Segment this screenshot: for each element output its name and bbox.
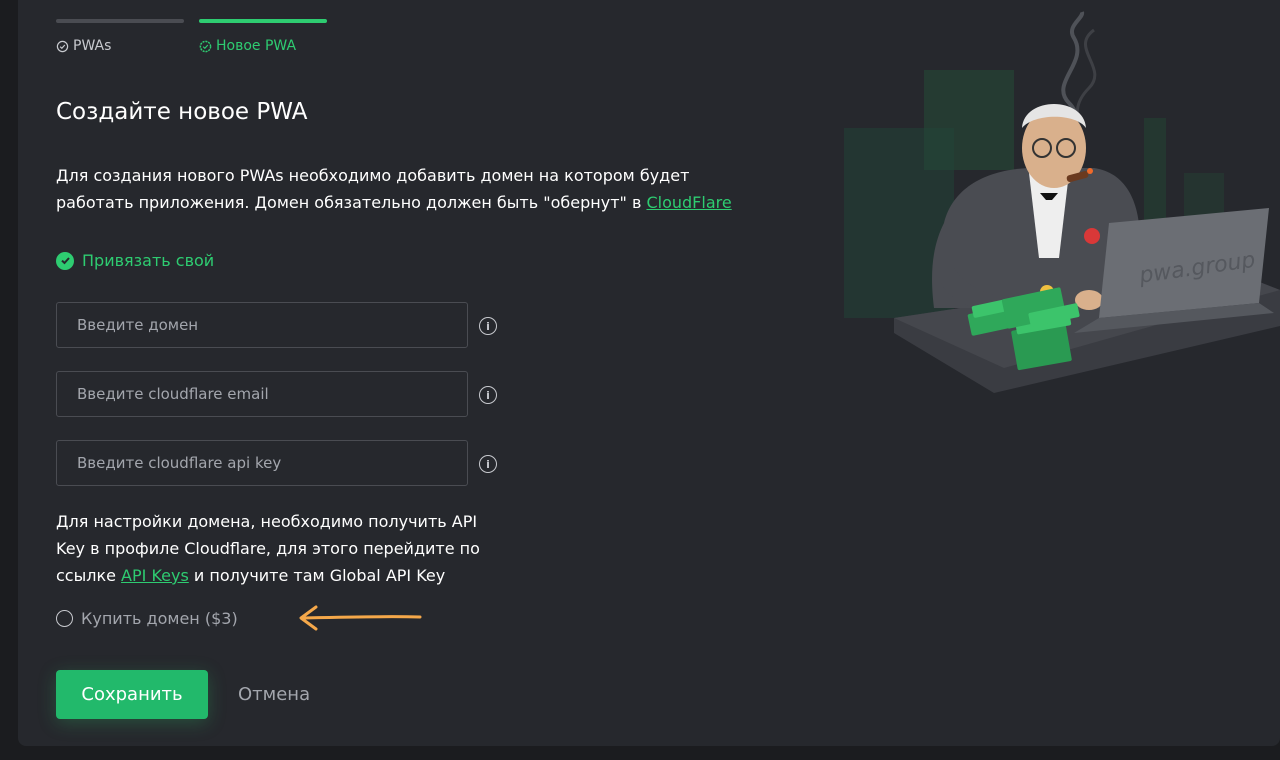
bind-own-domain-option[interactable]: Привязать свой <box>56 251 214 270</box>
create-pwa-panel: PWAs Новое PWA Создайте новое PWA Для со… <box>18 0 1280 746</box>
cancel-button[interactable]: Отмена <box>232 670 316 719</box>
tab-indicator <box>56 19 184 23</box>
mascot-illustration: pwa.group <box>844 11 1280 393</box>
tab-pwas[interactable]: PWAs <box>56 0 184 56</box>
cloudflare-api-key-input[interactable] <box>56 440 468 486</box>
tab-new-pwa[interactable]: Новое PWA <box>199 0 327 56</box>
check-circle-outline-icon <box>56 40 69 52</box>
bind-own-label: Привязать свой <box>82 251 215 270</box>
check-circle-icon <box>56 251 74 270</box>
tab-indicator-active <box>199 19 327 23</box>
tab-label: Новое PWA <box>216 38 297 54</box>
page-description: Для создания нового PWAs необходимо доба… <box>56 166 732 212</box>
arrow-left-icon <box>299 605 422 631</box>
tab-label: PWAs <box>73 38 112 54</box>
save-button[interactable]: Сохранить <box>56 670 208 719</box>
buy-domain-option[interactable]: Купить домен ($3) <box>56 609 238 628</box>
api-key-help-text: Для настройки домена, необходимо получит… <box>56 512 480 585</box>
info-icon[interactable]: i <box>479 317 497 335</box>
settings-check-icon <box>199 40 212 52</box>
radio-button[interactable] <box>56 610 73 627</box>
buy-domain-label: Купить домен ($3) <box>81 609 238 628</box>
info-icon[interactable]: i <box>479 455 497 473</box>
info-icon[interactable]: i <box>479 386 497 404</box>
domain-input[interactable] <box>56 302 468 348</box>
cloudflare-link[interactable]: CloudFlare <box>646 193 731 212</box>
cloudflare-email-input[interactable] <box>56 371 468 417</box>
api-keys-link[interactable]: API Keys <box>121 566 189 585</box>
page-title: Создайте новое PWA <box>56 99 308 125</box>
